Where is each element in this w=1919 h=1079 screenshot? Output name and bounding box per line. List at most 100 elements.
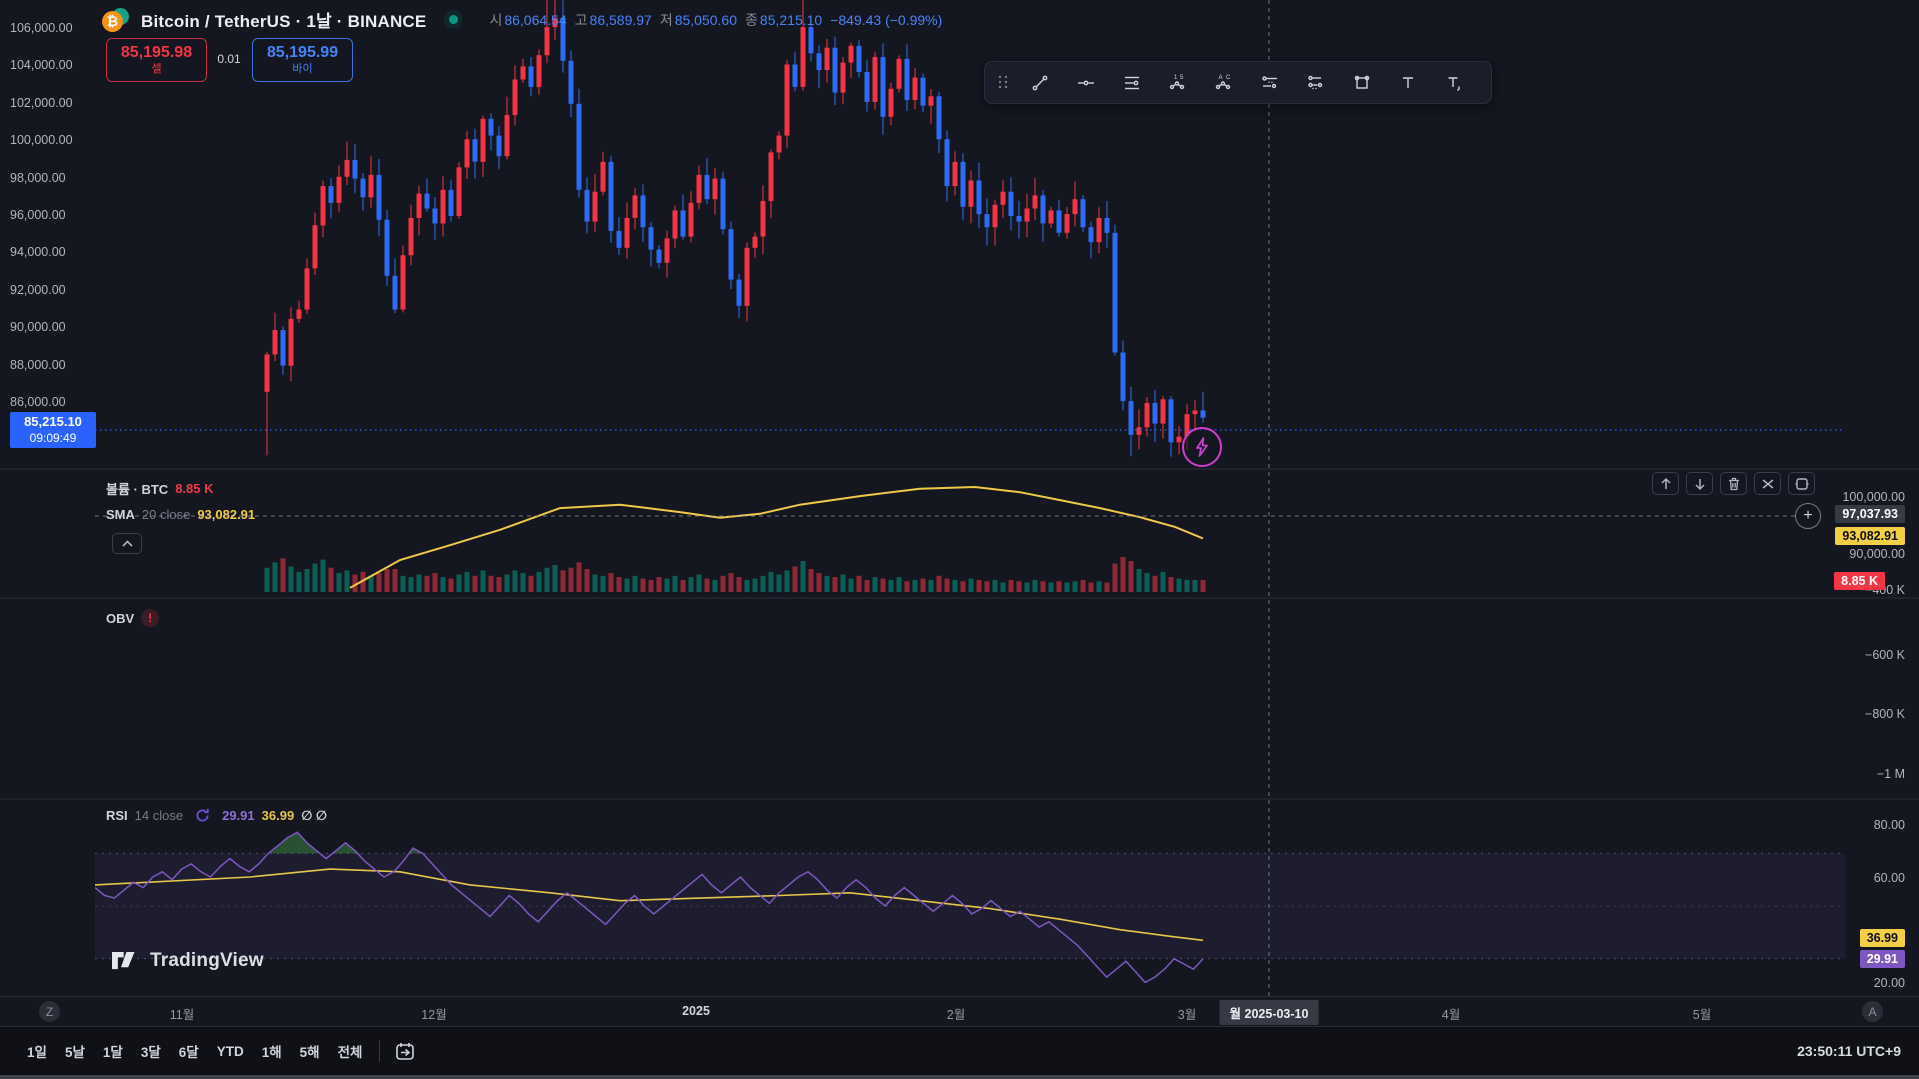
price-tick: 100,000.00 [1823, 490, 1905, 504]
price-tick: −1 M [1823, 767, 1905, 781]
go-to-date-button[interactable] [388, 1036, 422, 1066]
fib-retracement-tool-button[interactable] [1111, 65, 1153, 101]
move-pane-up-button[interactable] [1652, 472, 1679, 495]
abc-pattern-tool-button[interactable]: AC [1203, 65, 1245, 101]
long-position-tool-button[interactable] [1249, 65, 1291, 101]
sell-button[interactable]: 85,195.98 셀 [106, 38, 207, 82]
xabcd-pattern-icon: 15 [1169, 74, 1187, 92]
time-tick: 4월 [1442, 1004, 1460, 1023]
tradingview-logo[interactable]: TradingView [112, 950, 264, 972]
volume-legend[interactable]: 볼륨 · BTC 8.85 K [106, 479, 214, 498]
volume-title: 볼륨 · BTC [106, 479, 168, 498]
rsi-params: 14 close [135, 808, 183, 823]
range-1달[interactable]: 1달 [94, 1036, 132, 1066]
obv-title: OBV [106, 611, 134, 626]
move-pane-down-icon [1692, 476, 1708, 492]
calendar-goto-icon [395, 1041, 415, 1061]
range-1일[interactable]: 1일 [18, 1036, 56, 1066]
time-axis[interactable]: Z 11월12월20252월3월4월5월 월 2025-03-10 A [0, 996, 1919, 1026]
delete-pane-button[interactable] [1720, 472, 1747, 495]
chart-canvas[interactable] [0, 0, 1919, 996]
time-tick: 3월 [1178, 1004, 1196, 1023]
time-tick: 2025 [682, 1004, 710, 1018]
price-tick: 102,000.00 [10, 96, 88, 110]
time-tick: 5월 [1693, 1004, 1711, 1023]
rsi-ma-value: 36.99 [262, 808, 295, 823]
projection-tool-button[interactable] [1295, 65, 1337, 101]
svg-text:5: 5 [1180, 75, 1184, 81]
volume-value-label: 8.85 K [1834, 572, 1885, 590]
sma-price-label: 93,082.91 [1835, 527, 1905, 545]
symbol-title[interactable]: Bitcoin / TetherUS · 1날 · BINANCE [141, 7, 426, 32]
collapse-legend-button[interactable] [112, 533, 142, 554]
time-tick: 12월 [421, 1004, 446, 1023]
spread-value: 0.01 [206, 52, 252, 66]
rsi-band-values: ∅ ∅ [301, 808, 327, 824]
price-tick: 98,000.00 [10, 171, 88, 185]
price-tick: 92,000.00 [10, 283, 88, 297]
maximize-pane-button[interactable] [1754, 472, 1781, 495]
trend-line-tool-button[interactable] [1019, 65, 1061, 101]
range-3달[interactable]: 3달 [132, 1036, 170, 1066]
rsi-ma-label: 36.99 [1860, 929, 1905, 947]
price-tick: 106,000.00 [10, 21, 88, 35]
close-value: 85,215.10 [760, 12, 822, 28]
range-1해[interactable]: 1해 [253, 1036, 291, 1066]
collapse-pane-button[interactable] [1788, 472, 1815, 495]
price-tick: 86,000.00 [10, 395, 88, 409]
price-tick: 94,000.00 [10, 245, 88, 259]
buy-button[interactable]: 85,195.99 바이 [252, 38, 353, 82]
price-tick: 88,000.00 [10, 358, 88, 372]
rsi-value: 29.91 [222, 808, 255, 823]
market-open-dot[interactable] [449, 15, 458, 24]
date-range-switcher: 1일5날1달3달6달YTD1해5해전체 [18, 1036, 371, 1066]
price-tick: 96,000.00 [10, 208, 88, 222]
range-5날[interactable]: 5날 [56, 1036, 94, 1066]
refresh-icon[interactable] [194, 807, 211, 824]
toolbar-divider [379, 1040, 380, 1062]
drag-handle-icon [995, 74, 1013, 92]
long-position-icon [1261, 74, 1279, 92]
price-tick: 104,000.00 [10, 58, 88, 72]
obv-legend[interactable]: OBV ! [106, 609, 159, 627]
rsi-legend[interactable]: RSI 14 close 29.91 36.99 ∅ ∅ [106, 807, 327, 824]
price-tick: 90,000.00 [10, 320, 88, 334]
bottom-toolbar: 1일5날1달3달6달YTD1해5해전체 23:50:11 UTC+9 [0, 1026, 1919, 1075]
text-tool-icon [1399, 74, 1417, 92]
svg-text:A: A [1219, 75, 1223, 81]
range-6달[interactable]: 6달 [170, 1036, 208, 1066]
add-alert-plus-button[interactable]: + [1795, 503, 1821, 529]
instant-order-lightning-badge[interactable] [1182, 427, 1222, 467]
anchored-text-icon [1445, 74, 1463, 92]
anchored-text-tool-button[interactable] [1433, 65, 1475, 101]
sma-name: SMA [106, 507, 135, 522]
bar-countdown: 09:09:49 [30, 431, 77, 446]
toolbar-drag-handle[interactable] [993, 65, 1015, 101]
horizontal-line-tool-button[interactable] [1065, 65, 1107, 101]
sma-legend[interactable]: SMA 20 close 93,082.91 [106, 507, 255, 522]
rsi-value-label: 29.91 [1860, 950, 1905, 968]
delete-pane-icon [1726, 476, 1742, 492]
rectangle-tool-button[interactable] [1341, 65, 1383, 101]
last-price-label: 85,215.10 09:09:49 [10, 412, 96, 448]
range-YTD[interactable]: YTD [208, 1039, 253, 1064]
move-pane-down-button[interactable] [1686, 472, 1713, 495]
sma-params: 20 close [142, 507, 190, 522]
range-5해[interactable]: 5해 [291, 1036, 329, 1066]
server-clock[interactable]: 23:50:11 UTC+9 [1797, 1043, 1901, 1059]
ohlc-values: 시86,064.54 고86,589.97 저85,050.60 종85,215… [489, 10, 942, 30]
rsi-title: RSI [106, 808, 128, 823]
scroll-left-z-button[interactable]: Z [39, 1001, 60, 1022]
text-tool-tool-button[interactable] [1387, 65, 1429, 101]
chart-legend-header: ₿ Bitcoin / TetherUS · 1날 · BINANCE 시86,… [102, 7, 942, 32]
price-tick: −800 K [1823, 707, 1905, 721]
rectangle-icon [1353, 74, 1371, 92]
scroll-right-a-button[interactable]: A [1862, 1001, 1883, 1022]
study-error-icon[interactable]: ! [141, 609, 159, 627]
high-label: 고 [575, 10, 588, 30]
drawing-favorites-toolbar[interactable]: 15 AC [984, 61, 1492, 104]
fib-retracement-icon [1123, 74, 1141, 92]
range-전체[interactable]: 전체 [329, 1036, 372, 1066]
xabcd-pattern-tool-button[interactable]: 15 [1157, 65, 1199, 101]
price-tick: 80.00 [1823, 818, 1905, 832]
